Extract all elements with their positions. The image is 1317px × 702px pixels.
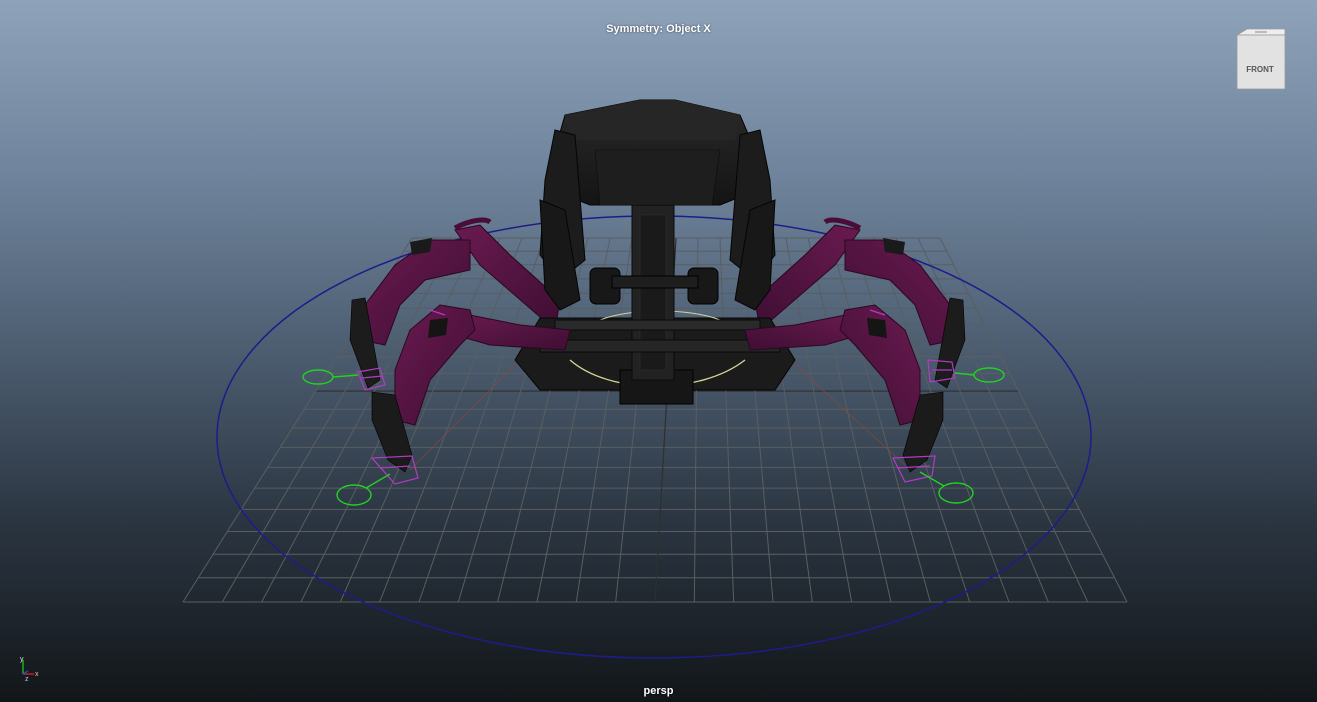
- axis-gizmo-icon: y x z: [14, 654, 48, 684]
- scene-canvas[interactable]: [0, 0, 1317, 702]
- foot-control-rear-left: [302, 369, 334, 385]
- camera-name-label: persp: [643, 685, 674, 697]
- grid-line: [261, 237, 457, 603]
- perspective-viewport[interactable]: Symmetry: Object X FRONT y x z persp: [0, 0, 1317, 702]
- foot-control-front-right: [938, 482, 974, 504]
- grid-line: [917, 237, 1089, 603]
- symmetry-status-label: Symmetry: Object X: [606, 23, 711, 35]
- spider-body[interactable]: [514, 99, 796, 405]
- axis-z-label: z: [25, 676, 29, 683]
- axis-y-label: y: [20, 656, 24, 663]
- view-cube-icon[interactable]: FRONT: [1233, 29, 1287, 91]
- foot-control-rear-right: [973, 367, 1005, 383]
- grid-line: [339, 237, 501, 603]
- view-cube-face-label[interactable]: FRONT: [1233, 65, 1287, 74]
- grid-line: [807, 237, 892, 603]
- grid-line: [719, 237, 735, 603]
- axis-x-label: x: [35, 671, 39, 678]
